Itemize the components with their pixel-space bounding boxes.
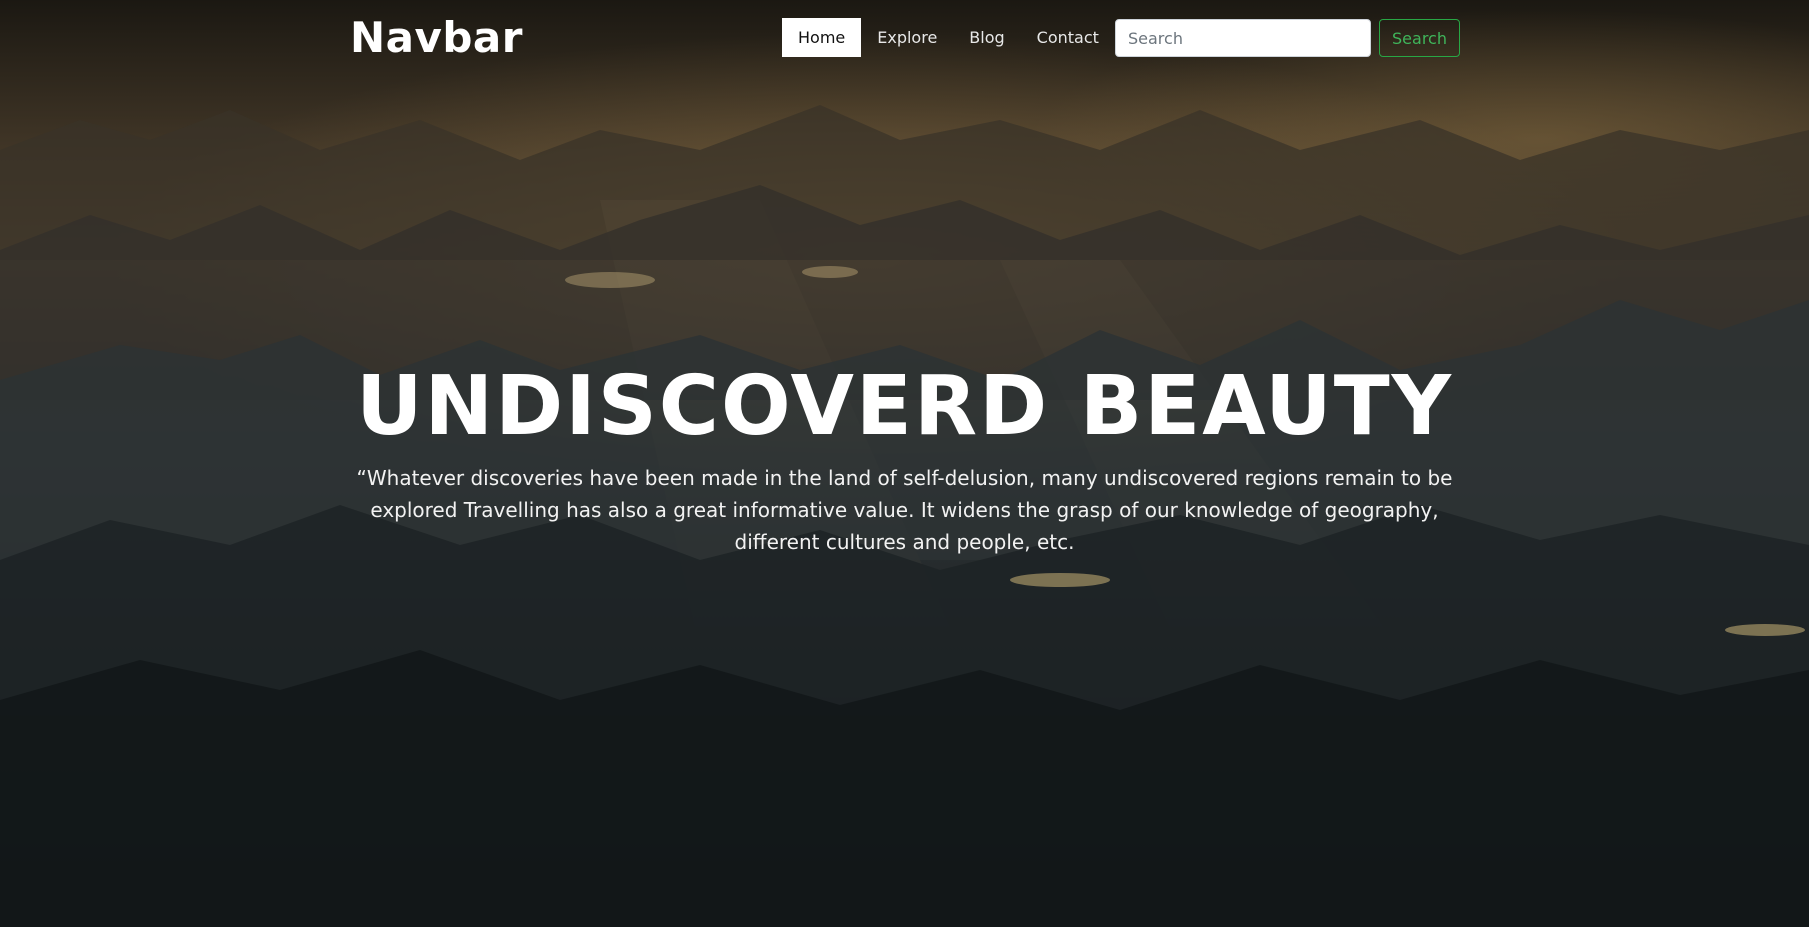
nav-link-contact[interactable]: Contact	[1021, 18, 1115, 57]
hero-quote: “Whatever discoveries have been made in …	[356, 466, 1453, 554]
search-button[interactable]: Search	[1379, 19, 1460, 57]
nav-links: Home Explore Blog Contact	[782, 18, 1115, 57]
navbar-brand[interactable]: Navbar	[350, 10, 523, 66]
hero-headline: UNDISCOVERD BEAUTY	[355, 359, 1454, 454]
nav-link-home[interactable]: Home	[782, 18, 862, 57]
top-navbar: Navbar Home Explore Blog Contact Search	[0, 0, 1809, 76]
nav-link-explore[interactable]: Explore	[861, 18, 953, 57]
hero-section: Navbar Home Explore Blog Contact Search …	[0, 0, 1809, 927]
nav-link-blog[interactable]: Blog	[953, 18, 1020, 57]
search-input[interactable]	[1115, 19, 1371, 57]
